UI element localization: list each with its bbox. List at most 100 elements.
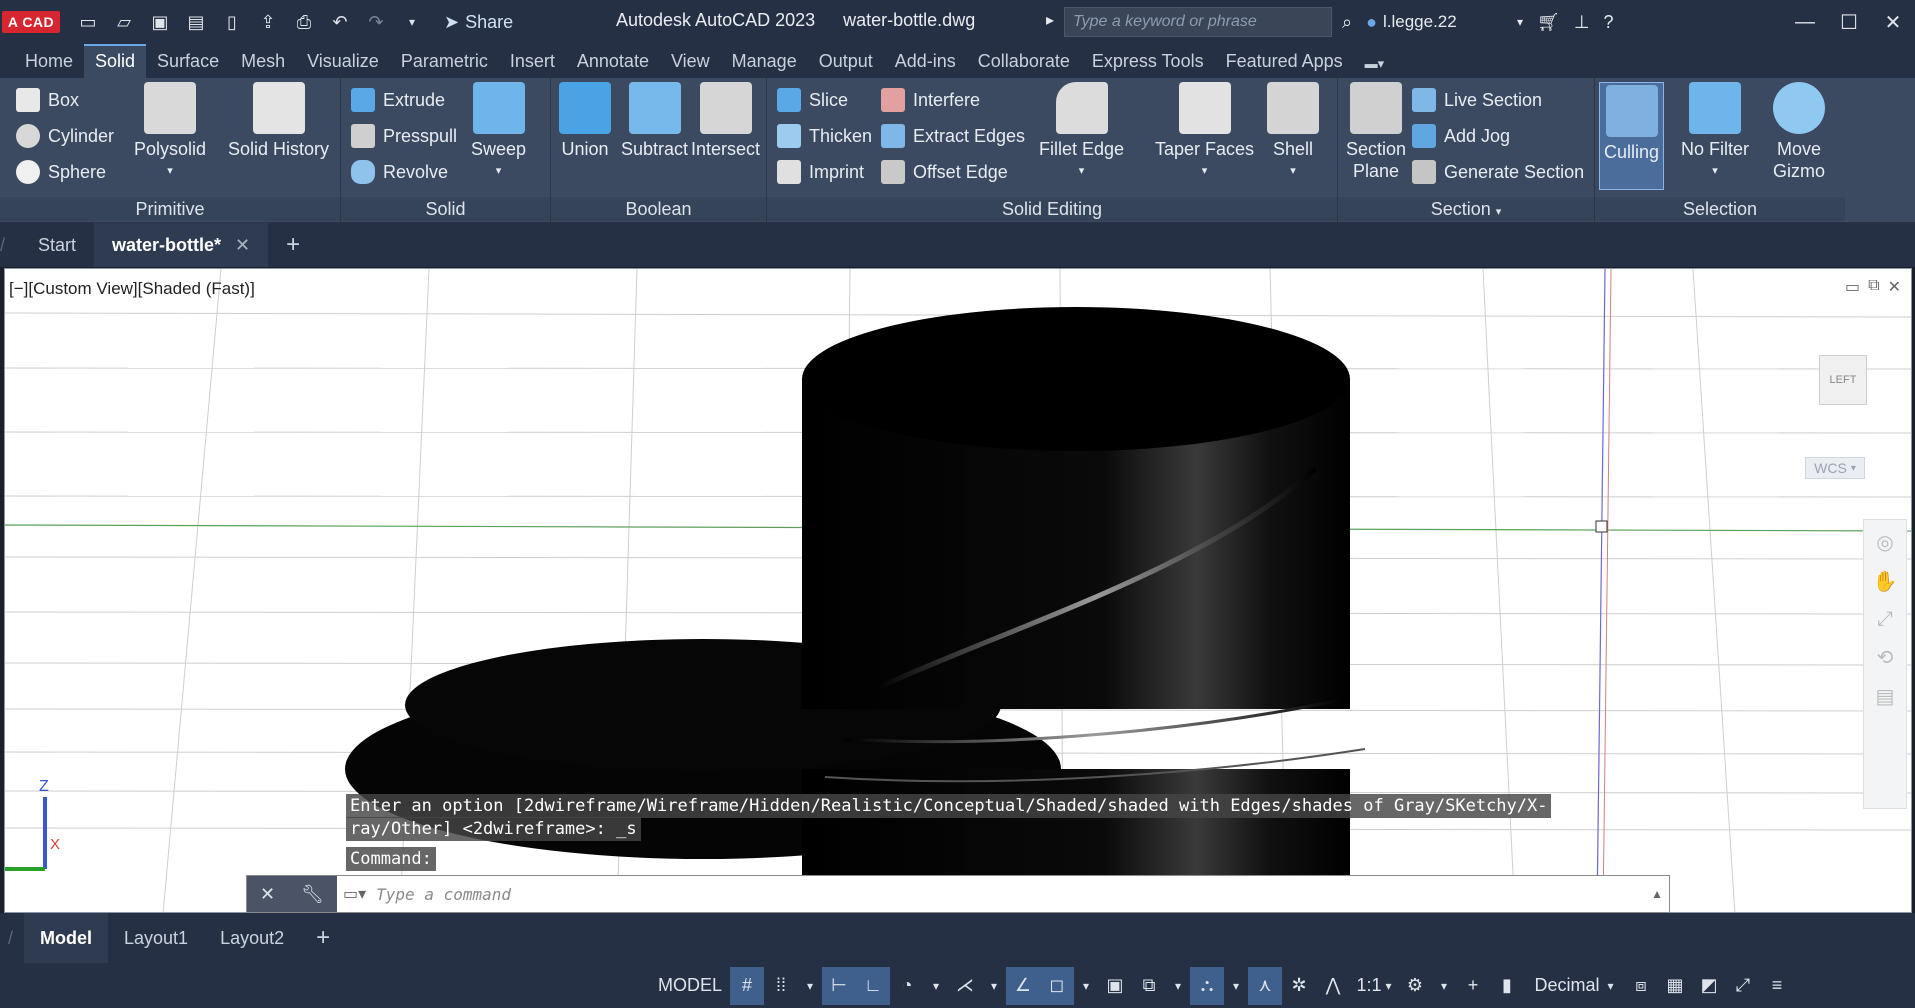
close-tab-icon[interactable]: ✕ xyxy=(235,235,250,256)
box-button[interactable]: Box xyxy=(16,82,79,118)
ribbon-display-options-icon[interactable]: ▬▾ xyxy=(1354,44,1396,78)
user-icon[interactable]: ● xyxy=(1366,12,1377,33)
application-menu-button[interactable]: A CAD xyxy=(0,0,62,44)
tab-view[interactable]: View xyxy=(660,44,721,78)
tab-home[interactable]: Home xyxy=(14,44,84,78)
new-layout-button[interactable]: + xyxy=(300,913,346,963)
viewport-minimize-icon[interactable]: ▭ xyxy=(1845,277,1860,297)
customize-qat-icon[interactable]: ▾ xyxy=(400,10,424,34)
search-expand-icon[interactable]: ▸ xyxy=(1046,10,1054,30)
save-icon[interactable]: ▣ xyxy=(148,10,172,34)
tab-manage[interactable]: Manage xyxy=(721,44,808,78)
dynamic-input-icon[interactable]: ⊢ xyxy=(822,966,856,1005)
command-input[interactable]: Type a command xyxy=(376,885,511,904)
snap-dropdown-icon[interactable]: ▾ xyxy=(798,967,822,1005)
orbit-icon[interactable]: ⟲ xyxy=(1877,645,1894,670)
tab-layout1[interactable]: Layout1 xyxy=(108,913,204,963)
tab-surface[interactable]: Surface xyxy=(146,44,230,78)
user-name[interactable]: l.legge.22 xyxy=(1383,12,1503,32)
isolate-objects-icon[interactable]: ◩ xyxy=(1692,967,1726,1005)
search-input[interactable]: Type a keyword or phrase xyxy=(1064,7,1332,37)
customization-menu-icon[interactable]: ≡ xyxy=(1760,967,1794,1005)
thicken-button[interactable]: Thicken xyxy=(777,118,872,154)
help-icon[interactable]: ? xyxy=(1604,12,1614,33)
close-command-line-icon[interactable]: ✕ xyxy=(260,884,275,905)
tab-collaborate[interactable]: Collaborate xyxy=(967,44,1081,78)
shell-button[interactable]: Shell ▾ xyxy=(1267,82,1319,182)
annotation-visibility-icon[interactable]: ⋏ xyxy=(1248,966,1282,1005)
tab-featured-apps[interactable]: Featured Apps xyxy=(1215,44,1354,78)
extract-edges-button[interactable]: Extract Edges xyxy=(881,118,1025,154)
workspace-icon[interactable]: ⚙ xyxy=(1398,967,1432,1005)
3d-object-snap-icon[interactable]: ▣ xyxy=(1098,967,1132,1005)
tab-solid[interactable]: Solid xyxy=(84,44,147,78)
quick-properties-icon[interactable]: ⧈ xyxy=(1624,967,1658,1005)
tab-parametric[interactable]: Parametric xyxy=(390,44,499,78)
panel-title-section[interactable]: Section ▾ xyxy=(1338,197,1594,221)
generate-section-button[interactable]: Generate Section xyxy=(1412,154,1584,190)
polar-dropdown-icon[interactable]: ▾ xyxy=(924,967,948,1005)
presspull-button[interactable]: Presspull xyxy=(351,118,457,154)
culling-button[interactable]: Culling xyxy=(1599,82,1665,190)
polysolid-button[interactable]: Polysolid ▾ xyxy=(134,82,206,182)
revolve-button[interactable]: Revolve xyxy=(351,154,448,190)
sweep-button[interactable]: Sweep ▾ xyxy=(471,82,526,182)
save-as-icon[interactable]: ▤ xyxy=(184,10,208,34)
wcs-menu[interactable]: WCS ▾ xyxy=(1805,457,1865,479)
grid-icon[interactable]: # xyxy=(730,966,764,1005)
command-history-toggle-icon[interactable]: ▲ xyxy=(1651,887,1663,901)
object-snap-dropdown-icon[interactable]: ▾ xyxy=(1074,967,1098,1005)
user-dropdown-icon[interactable]: ▾ xyxy=(1517,15,1523,29)
workspace-dropdown-icon[interactable]: ▾ xyxy=(1432,967,1456,1005)
viewport-controls-label[interactable]: [−][Custom View][Shaded (Fast)] xyxy=(9,279,255,299)
selection-dropdown-icon[interactable]: ▾ xyxy=(1166,967,1190,1005)
annotation-scale-icon[interactable]: ⋀ xyxy=(1316,967,1350,1005)
new-file-icon[interactable]: ▭ xyxy=(76,10,100,34)
interfere-button[interactable]: Interfere xyxy=(881,82,980,118)
object-snap-icon[interactable]: ◻ xyxy=(1040,966,1074,1005)
object-snap-tracking-icon[interactable]: ∠ xyxy=(1006,966,1040,1005)
zoom-extents-icon[interactable]: ⤢ xyxy=(1877,608,1893,631)
isodraft-icon[interactable]: ⋌ xyxy=(948,967,982,1005)
slice-button[interactable]: Slice xyxy=(777,82,848,118)
clean-screen-icon[interactable]: ⤢ xyxy=(1726,967,1760,1005)
units-icon[interactable]: ▮ xyxy=(1490,967,1524,1005)
minimize-icon[interactable]: — xyxy=(1783,0,1827,44)
steering-wheel-icon[interactable]: ◎ xyxy=(1876,530,1893,555)
extrude-button[interactable]: Extrude xyxy=(351,82,445,118)
polar-tracking-icon[interactable]: ◔ xyxy=(890,967,924,1005)
pan-icon[interactable]: ✋ xyxy=(1873,569,1898,594)
tab-water-bottle[interactable]: water-bottle* ✕ xyxy=(94,223,269,267)
viewport-restore-icon[interactable]: ⧉ xyxy=(1868,277,1879,297)
share-button[interactable]: ➤ Share xyxy=(444,12,513,33)
subtract-button[interactable]: Subtract xyxy=(621,82,688,160)
ortho-icon[interactable]: ∟ xyxy=(856,966,890,1005)
move-gizmo-button[interactable]: Move Gizmo xyxy=(1769,82,1829,182)
sphere-button[interactable]: Sphere xyxy=(16,154,106,190)
gizmo-dropdown-icon[interactable]: ▾ xyxy=(1224,967,1248,1005)
intersect-button[interactable]: Intersect xyxy=(691,82,760,160)
recent-commands-icon[interactable]: ▭▾ xyxy=(343,884,366,904)
imprint-button[interactable]: Imprint xyxy=(777,154,864,190)
annotation-monitor-icon[interactable]: + xyxy=(1456,967,1490,1005)
add-jog-button[interactable]: Add Jog xyxy=(1412,118,1510,154)
cylinder-button[interactable]: Cylinder xyxy=(16,118,114,154)
undo-icon[interactable]: ↶ xyxy=(328,10,352,34)
redo-icon[interactable]: ↷ xyxy=(364,10,388,34)
plot-icon[interactable]: ⎙ xyxy=(292,10,316,34)
tab-layout2[interactable]: Layout2 xyxy=(204,913,300,963)
units-dropdown[interactable]: Decimal ▾ xyxy=(1524,967,1624,1005)
tab-annotate[interactable]: Annotate xyxy=(566,44,660,78)
section-plane-button[interactable]: Section Plane xyxy=(1346,82,1406,182)
open-web-icon[interactable]: ▯ xyxy=(220,10,244,34)
solid-history-button[interactable]: Solid History xyxy=(228,82,329,160)
gizmo-icon[interactable]: ⛬ xyxy=(1190,966,1224,1005)
cart-icon[interactable]: 🛒︎ xyxy=(1537,12,1560,33)
tab-insert[interactable]: Insert xyxy=(499,44,566,78)
auto-scale-icon[interactable]: ✲ xyxy=(1282,967,1316,1005)
model-space-button[interactable]: MODEL xyxy=(650,967,730,1005)
save-web-icon[interactable]: ⇪ xyxy=(256,10,280,34)
snap-icon[interactable]: ⁞⁞ xyxy=(764,967,798,1005)
tab-model[interactable]: Model xyxy=(24,913,108,963)
offset-edge-button[interactable]: Offset Edge xyxy=(881,154,1008,190)
